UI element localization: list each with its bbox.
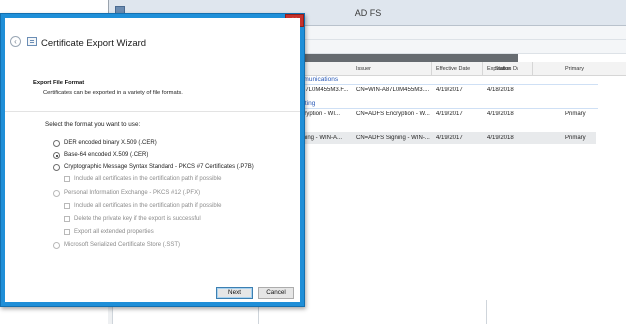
column-separator (431, 62, 432, 76)
base64-format-label[interactable]: Base-64 encoded X.509 (.CER) (64, 152, 148, 158)
der-format-label[interactable]: DER encoded binary X.509 (.CER) (64, 140, 157, 146)
back-arrow-icon[interactable]: ‹ (10, 36, 21, 47)
wizard-button-bar (5, 286, 300, 302)
pfx-delete-key-checkbox[interactable] (64, 216, 70, 222)
column-header-primary[interactable]: Primary (565, 66, 584, 72)
sst-format-label: Microsoft Serialized Certificate Store (… (64, 242, 181, 248)
row-effective-date[interactable]: 4/19/2017 (436, 87, 463, 93)
row-subject[interactable]: igning - WIN-A... (298, 135, 350, 141)
pfx-include-path-label: Include all certificates in the certific… (74, 203, 222, 209)
next-button[interactable]: Next (216, 287, 253, 299)
sst-format-radio[interactable] (53, 242, 60, 249)
pfx-include-path-checkbox[interactable] (64, 203, 70, 209)
group-divider (298, 108, 598, 109)
row-expiration-date[interactable]: 4/19/2018 (487, 135, 514, 141)
pfx-format-radio[interactable] (53, 190, 60, 197)
section-description: Certificates can be exported in a variet… (43, 90, 183, 96)
row-subject[interactable]: A87L0M455M3.F... (298, 87, 350, 93)
section-title: Export File Format (33, 80, 85, 86)
column-header-issuer[interactable]: Issuer (356, 66, 371, 72)
column-separator (532, 62, 533, 76)
pfx-delete-key-label: Delete the private key if the export is … (74, 216, 201, 222)
row-effective-date[interactable]: 4/19/2017 (436, 135, 463, 141)
format-prompt: Select the format you want to use: (45, 121, 141, 128)
group-divider (298, 84, 598, 85)
pkcs7-include-path-label: Include all certificates in the certific… (74, 176, 222, 182)
row-primary[interactable]: Primary (565, 111, 586, 117)
status-bar-separator (486, 300, 487, 324)
pfx-format-label: Personal Information Exchange - PKCS #12… (64, 190, 201, 196)
cancel-button[interactable]: Cancel (258, 287, 294, 299)
row-issuer[interactable]: CN=ADFS Encryption - W... (356, 111, 432, 117)
column-header-status[interactable]: Status (495, 66, 511, 72)
column-header-effective-date[interactable]: Effective Date (436, 66, 470, 72)
pfx-export-properties-label: Export all extended properties (74, 229, 154, 235)
wizard-title: Certificate Export Wizard (41, 38, 147, 49)
certificate-export-wizard-dialog: × ‹ Certificate Export Wizard Export Fil… (0, 13, 305, 307)
row-expiration-date[interactable]: 4/19/2018 (487, 111, 514, 117)
row-effective-date[interactable]: 4/19/2017 (436, 111, 463, 117)
certificates-grid-header-right: Status Primary (495, 62, 626, 76)
der-format-radio[interactable] (53, 140, 60, 147)
base64-format-radio[interactable] (53, 152, 60, 159)
pkcs7-include-path-checkbox[interactable] (64, 176, 70, 182)
row-issuer[interactable]: CN=ADFS Signing - WIN-... (356, 135, 432, 141)
pfx-export-properties-checkbox[interactable] (64, 229, 70, 235)
certificate-icon (27, 37, 37, 46)
column-separator (482, 62, 483, 76)
row-issuer[interactable]: CN=WIN-A87L0M455M3.... (356, 87, 432, 93)
pkcs7-format-radio[interactable] (53, 164, 60, 171)
wizard-body: ‹ Certificate Export Wizard Export File … (5, 18, 300, 302)
row-primary[interactable]: Primary (565, 135, 586, 141)
row-subject[interactable]: ncryption - WI... (298, 111, 350, 117)
row-expiration-date[interactable]: 4/18/2018 (487, 87, 514, 93)
pkcs7-format-label[interactable]: Cryptographic Message Syntax Standard - … (64, 164, 254, 170)
